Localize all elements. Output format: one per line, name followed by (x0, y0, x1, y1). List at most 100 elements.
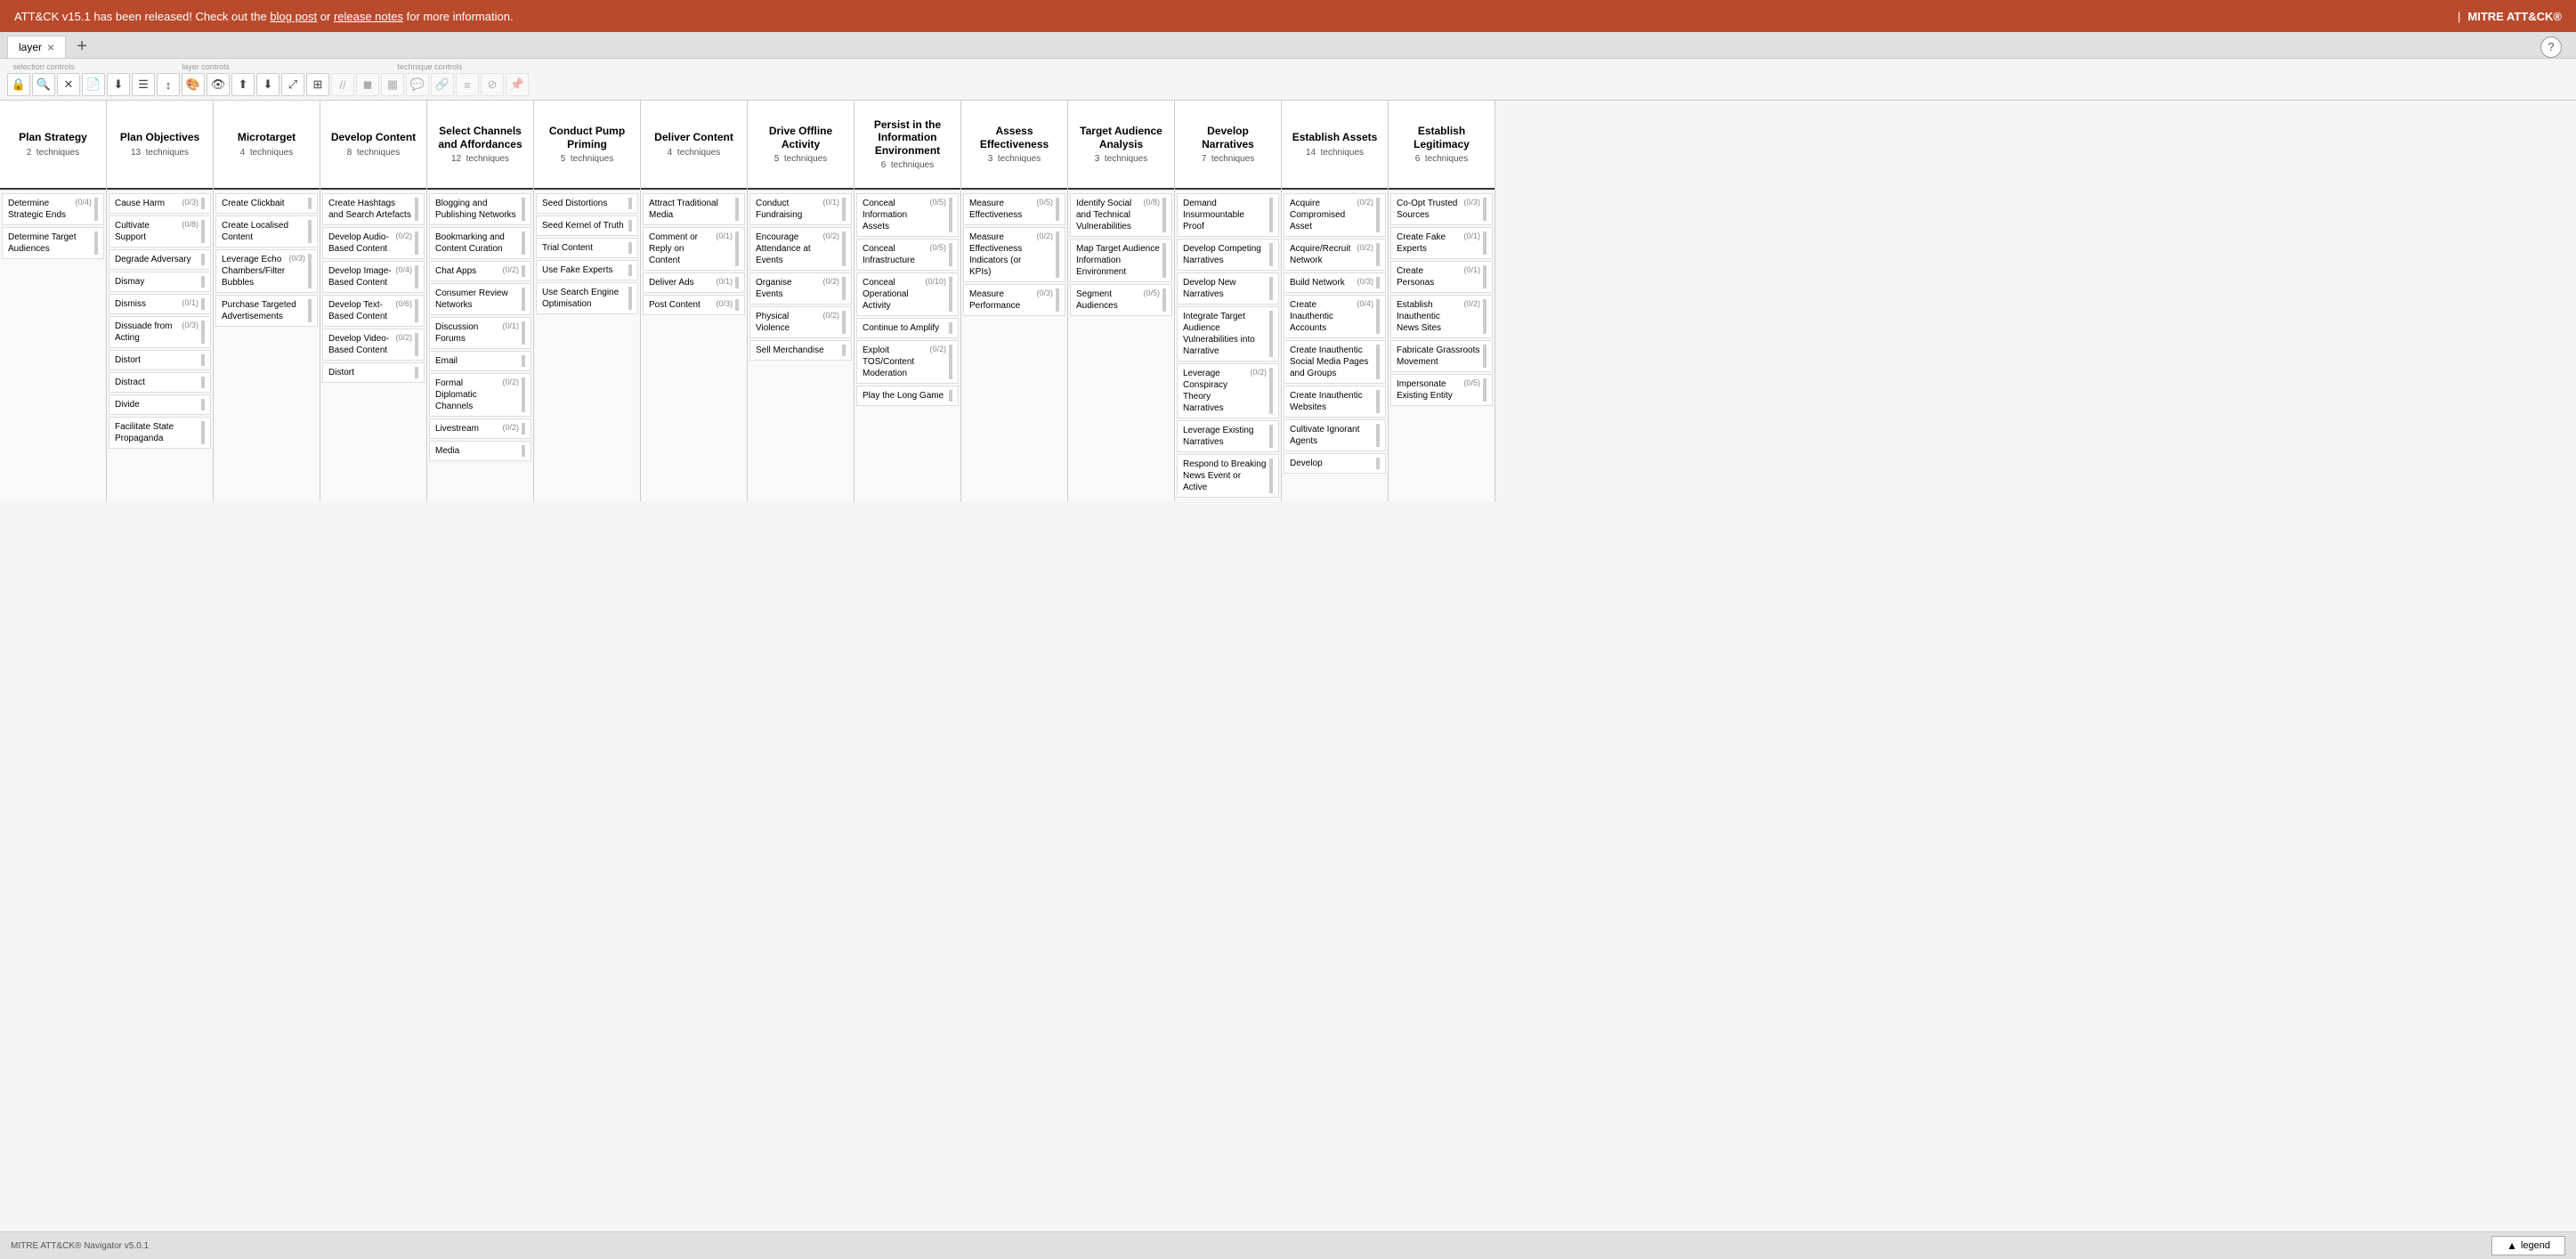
tactic-header-drive-offline[interactable]: Drive Offline Activity 5 techniques (748, 101, 854, 190)
technique-cell[interactable]: Measure Effectiveness (0/5) (963, 193, 1065, 225)
drag-handle[interactable] (415, 265, 418, 288)
drag-handle[interactable] (415, 333, 418, 356)
expand-all-button[interactable]: ⤢ (281, 73, 304, 96)
drag-handle[interactable] (628, 287, 632, 310)
drag-handle[interactable] (94, 198, 98, 221)
list-button[interactable]: ≡ (456, 73, 479, 96)
tactic-header-establish-assets[interactable]: Establish Assets 14 techniques (1282, 101, 1388, 190)
tactic-header-develop-narratives[interactable]: Develop Narratives 7 techniques (1175, 101, 1281, 190)
drag-handle[interactable] (1269, 425, 1273, 448)
tactic-header-target-audience[interactable]: Target Audience Analysis 3 techniques (1068, 101, 1174, 190)
drag-handle[interactable] (94, 231, 98, 255)
drag-handle[interactable] (201, 321, 205, 344)
technique-cell[interactable]: Co-Opt Trusted Sources (0/3) (1390, 193, 1493, 225)
drag-handle[interactable] (308, 299, 312, 322)
technique-cell[interactable]: Dismiss (0/1) (109, 294, 211, 314)
mitre-brand-link[interactable]: MITRE ATT&CK® (2467, 10, 2562, 23)
drag-handle[interactable] (201, 254, 205, 265)
drag-handle[interactable] (201, 276, 205, 288)
technique-cell[interactable]: Discussion Forums (0/1) (429, 317, 531, 349)
technique-cell[interactable]: Purchase Targeted Advertisements (215, 295, 318, 327)
technique-cell[interactable]: Use Fake Experts (536, 260, 638, 280)
drag-handle[interactable] (1483, 345, 1486, 368)
drag-handle[interactable] (1162, 243, 1166, 278)
technique-cell[interactable]: Conduct Fundraising (0/1) (749, 193, 852, 225)
lock-button[interactable]: 🔒 (7, 73, 30, 96)
technique-cell[interactable]: Distort (109, 350, 211, 370)
technique-cell[interactable]: Create Clickbait (215, 193, 318, 214)
tactic-header-microtarget[interactable]: Microtarget 4 techniques (214, 101, 320, 190)
drag-handle[interactable] (1376, 390, 1380, 413)
technique-cell[interactable]: Determine Strategic Ends (0/4) (2, 193, 104, 225)
technique-cell[interactable]: Continue to Amplify (856, 318, 959, 338)
technique-cell[interactable]: Acquire Compromised Asset (0/2) (1284, 193, 1386, 237)
drag-handle[interactable] (949, 277, 952, 312)
drag-handle[interactable] (201, 421, 205, 444)
drag-handle[interactable] (1483, 231, 1486, 255)
pin-button[interactable]: 📌 (506, 73, 529, 96)
collapse-button[interactable]: ⬇ (256, 73, 279, 96)
tab-close-button[interactable]: × (47, 40, 54, 54)
technique-cell[interactable]: Create Inauthentic Social Media Pages an… (1284, 340, 1386, 384)
technique-cell[interactable]: Develop Video-Based Content (0/2) (322, 329, 425, 361)
disable-button[interactable]: ⊘ (481, 73, 504, 96)
technique-cell[interactable]: Develop Text-Based Content (0/6) (322, 295, 425, 327)
drag-handle[interactable] (522, 231, 525, 255)
technique-cell[interactable]: Measure Effectiveness Indicators (or KPI… (963, 227, 1065, 282)
search-button[interactable]: 🔍 (32, 73, 55, 96)
technique-cell[interactable]: Respond to Breaking News Event or Active (1177, 454, 1279, 498)
technique-cell[interactable]: Formal Diplomatic Channels (0/2) (429, 373, 531, 417)
drag-handle[interactable] (522, 198, 525, 221)
technique-cell[interactable]: Develop (1284, 453, 1386, 474)
technique-cell[interactable]: Cultivate Support (0/8) (109, 215, 211, 248)
technique-cell[interactable]: Seed Kernel of Truth (536, 215, 638, 236)
technique-cell[interactable]: Distract (109, 372, 211, 393)
drag-handle[interactable] (415, 299, 418, 322)
filter-button[interactable]: ☰ (132, 73, 155, 96)
technique-cell[interactable]: Exploit TOS/Content Moderation (0/2) (856, 340, 959, 384)
drag-handle[interactable] (522, 321, 525, 345)
blog-post-link[interactable]: blog post (270, 10, 317, 23)
drag-handle[interactable] (1483, 198, 1486, 221)
drag-handle[interactable] (628, 242, 632, 254)
drag-handle[interactable] (1376, 299, 1380, 334)
technique-cell[interactable]: Consumer Review Networks (429, 283, 531, 315)
technique-cell[interactable]: Media (429, 441, 531, 461)
technique-cell[interactable]: Divide (109, 394, 211, 415)
drag-handle[interactable] (842, 198, 846, 221)
fill-button[interactable]: ◼ (356, 73, 379, 96)
technique-cell[interactable]: Acquire/Recruit Network (0/2) (1284, 239, 1386, 271)
add-tab-button[interactable]: + (69, 37, 94, 57)
tactic-header-select-channels[interactable]: Select Channels and Affordances 12 techn… (427, 101, 533, 190)
drag-handle[interactable] (842, 277, 846, 300)
drag-handle[interactable] (1483, 265, 1486, 288)
drag-handle[interactable] (201, 354, 205, 366)
technique-cell[interactable]: Physical Violence (0/2) (749, 306, 852, 338)
drag-handle[interactable] (1056, 288, 1059, 312)
drag-handle[interactable] (949, 390, 952, 402)
drag-handle[interactable] (1376, 424, 1380, 447)
drag-handle[interactable] (842, 231, 846, 266)
technique-cell[interactable]: Use Search Engine Optimisation (536, 282, 638, 314)
drag-handle[interactable] (522, 288, 525, 311)
technique-cell[interactable]: Facilitate State Propaganda (109, 417, 211, 449)
drag-handle[interactable] (308, 198, 312, 209)
drag-handle[interactable] (1269, 243, 1273, 266)
technique-cell[interactable]: Conceal Operational Activity (0/10) (856, 272, 959, 316)
technique-cell[interactable]: Seed Distortions (536, 193, 638, 214)
technique-cell[interactable]: Play the Long Game (856, 386, 959, 406)
release-notes-link[interactable]: release notes (334, 10, 403, 23)
drag-handle[interactable] (842, 345, 846, 356)
drag-handle[interactable] (415, 367, 418, 378)
tactic-header-persist-information[interactable]: Persist in the Information Environment 6… (855, 101, 960, 190)
technique-cell[interactable]: Leverage Echo Chambers/Filter Bubbles (0… (215, 249, 318, 293)
clear-button[interactable]: ✕ (57, 73, 80, 96)
drag-handle[interactable] (1483, 299, 1486, 334)
technique-cell[interactable]: Livestream (0/2) (429, 418, 531, 439)
technique-cell[interactable]: Create Fake Experts (0/1) (1390, 227, 1493, 259)
drag-handle[interactable] (1269, 277, 1273, 300)
sort-button[interactable]: ↕ (157, 73, 180, 96)
drag-handle[interactable] (1269, 198, 1273, 232)
drag-handle[interactable] (1376, 198, 1380, 232)
drag-handle[interactable] (1269, 311, 1273, 357)
